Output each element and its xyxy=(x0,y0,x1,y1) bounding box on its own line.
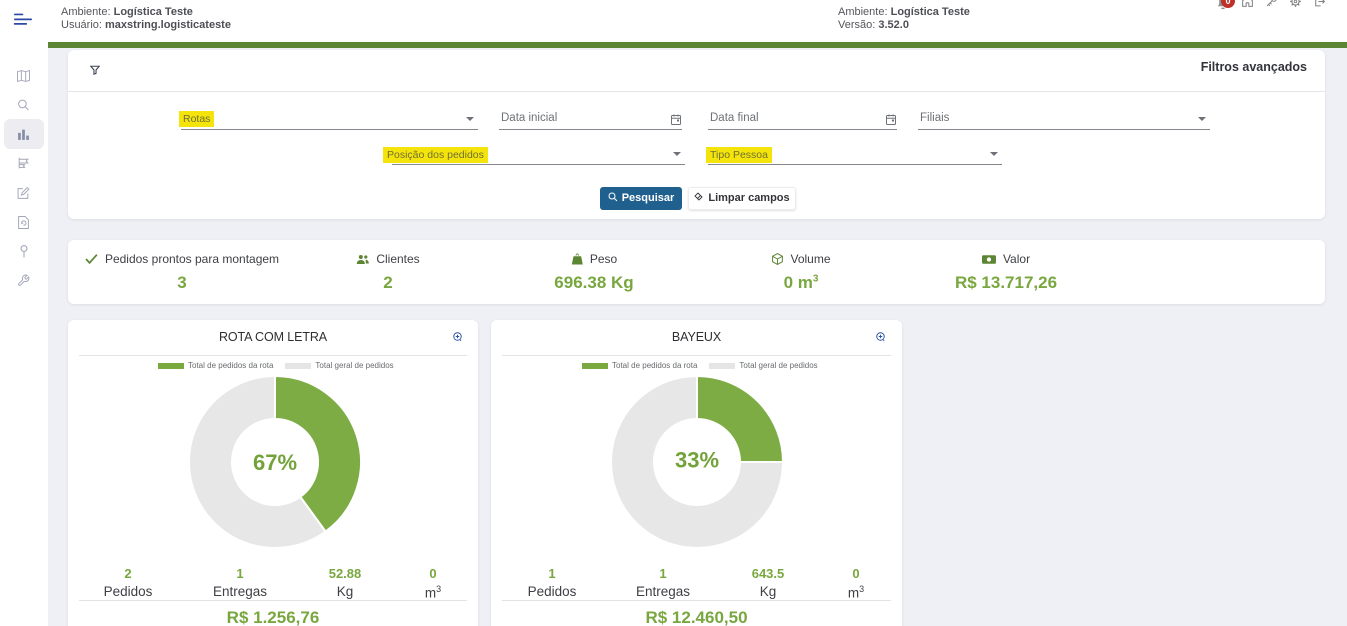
svg-text:33%: 33% xyxy=(675,448,719,473)
svg-text:67%: 67% xyxy=(253,450,297,475)
